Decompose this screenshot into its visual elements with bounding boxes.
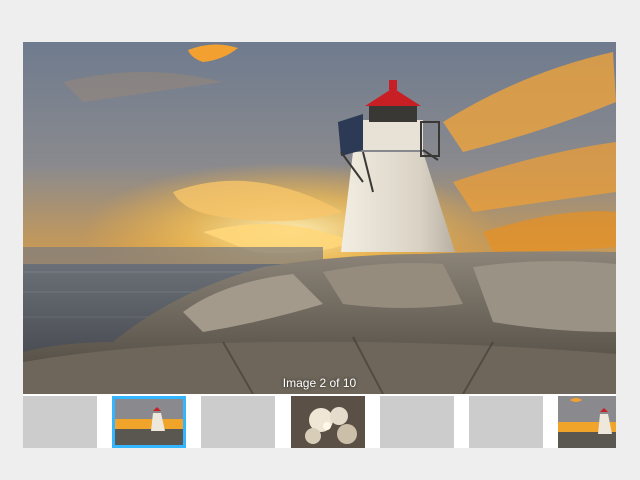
image-counter: Image 2 of 10 <box>282 376 357 390</box>
image-gallery: Image 2 of 10 <box>23 42 616 448</box>
lighthouse-photo <box>23 42 616 394</box>
flowers-thumbnail <box>291 396 365 448</box>
main-image[interactable]: Image 2 of 10 <box>23 42 616 394</box>
thumbnail-7[interactable] <box>558 396 616 448</box>
thumbnail-5[interactable] <box>380 396 454 448</box>
thumbnail-3[interactable] <box>201 396 275 448</box>
thumbnail-2-selected[interactable] <box>112 396 186 448</box>
thumbnail-6[interactable] <box>469 396 543 448</box>
lighthouse-thumbnail <box>558 396 616 448</box>
thumbnail-1[interactable] <box>23 396 97 448</box>
lighthouse-thumbnail <box>115 399 183 445</box>
thumbnail-strip[interactable] <box>23 394 616 448</box>
thumbnail-4[interactable] <box>291 396 365 448</box>
